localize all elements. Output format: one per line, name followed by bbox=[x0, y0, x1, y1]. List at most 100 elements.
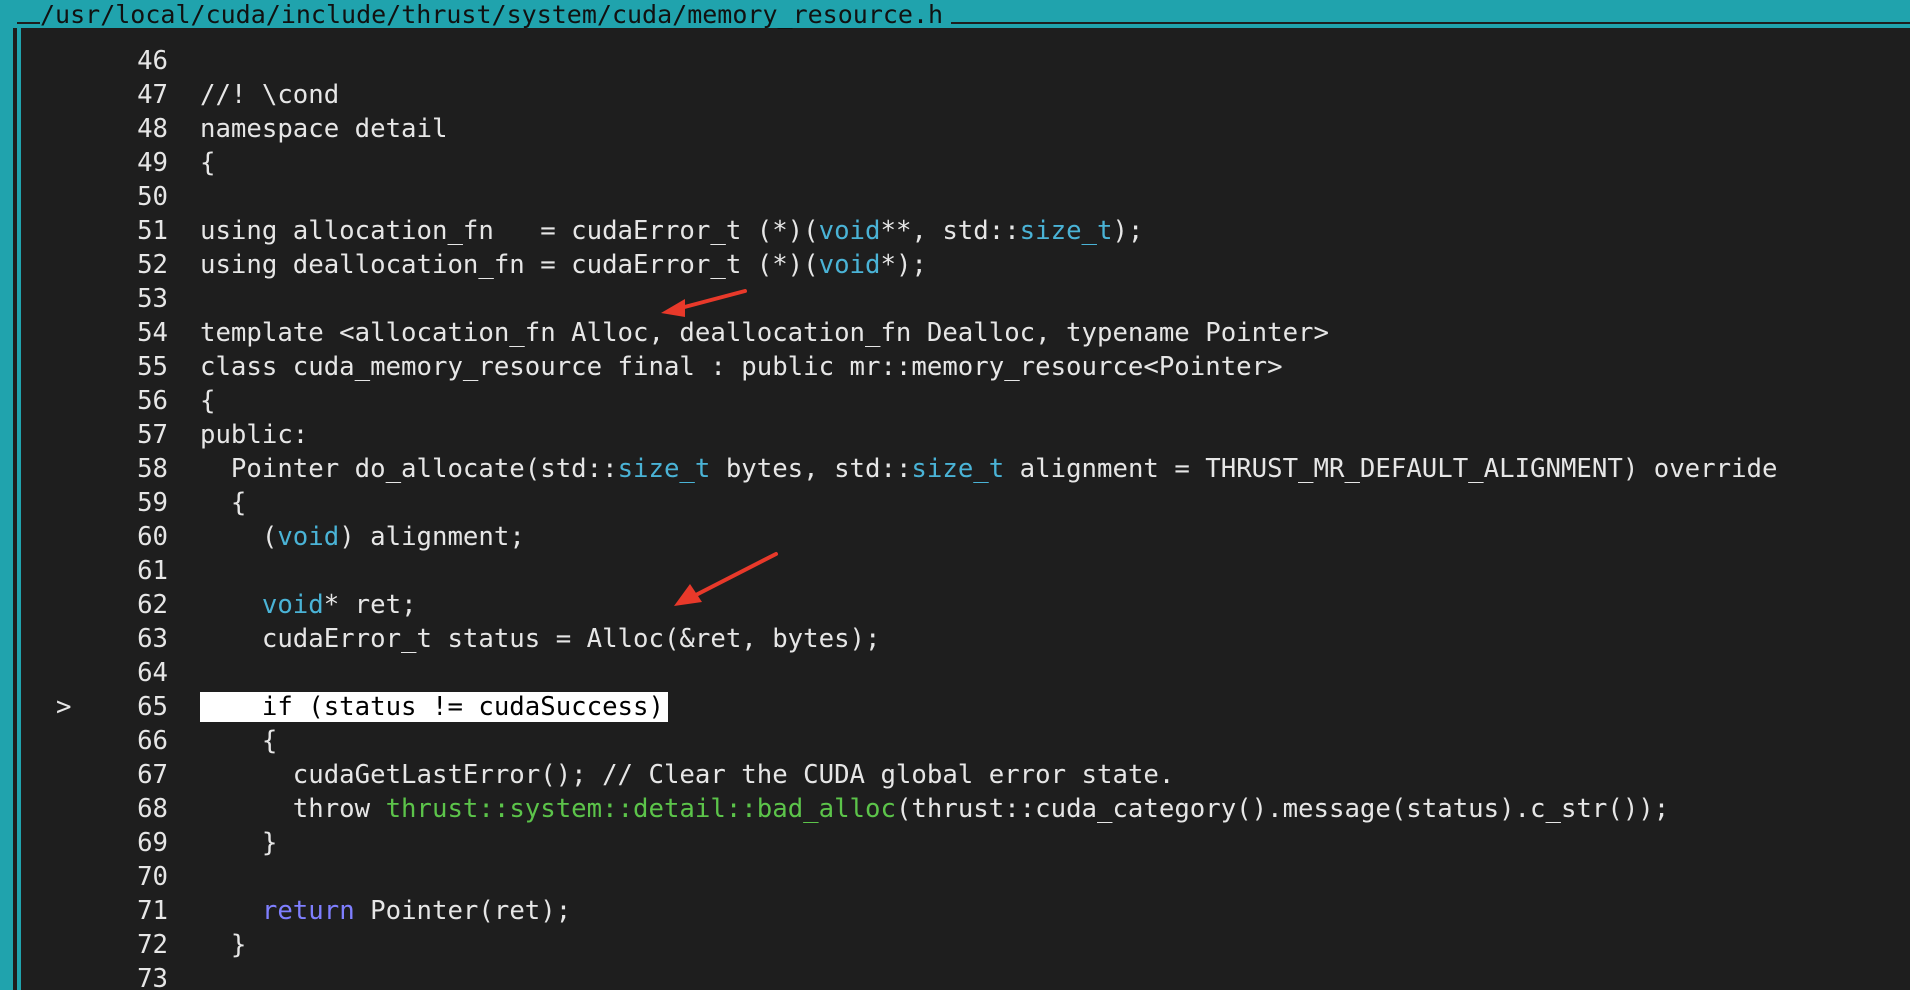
code-token: using deallocation_fn = cudaError_t (*)( bbox=[200, 250, 819, 280]
code-token: { bbox=[200, 726, 278, 756]
code-token: **, std:: bbox=[880, 216, 1020, 246]
code-line[interactable]: 58 Pointer do_allocate(std::size_t bytes… bbox=[0, 452, 1910, 486]
code-line[interactable]: 56 { bbox=[0, 384, 1910, 418]
code-line-current[interactable]: >65 if (status != cudaSuccess) bbox=[0, 690, 1910, 724]
code-line[interactable]: 46 bbox=[0, 44, 1910, 78]
code-text: (void) alignment; bbox=[200, 520, 525, 554]
line-number: 60 bbox=[137, 522, 168, 552]
code-text: namespace detail bbox=[200, 112, 447, 146]
code-text: void* ret; bbox=[200, 588, 417, 622]
line-number: 56 bbox=[137, 386, 168, 416]
code-token: size_t bbox=[911, 454, 1005, 484]
current-line-marker: > bbox=[56, 692, 72, 722]
code-line[interactable]: 61 bbox=[0, 554, 1910, 588]
line-number: 64 bbox=[137, 658, 168, 688]
code-token: *); bbox=[880, 250, 927, 280]
code-line[interactable]: 64 bbox=[0, 656, 1910, 690]
code-token: thrust::system::detail::bad_alloc bbox=[385, 794, 896, 824]
code-line[interactable]: 72 } bbox=[0, 928, 1910, 962]
line-number: 48 bbox=[137, 114, 168, 144]
code-text: using allocation_fn = cudaError_t (*)(vo… bbox=[200, 214, 1143, 248]
code-line[interactable]: 68 throw thrust::system::detail::bad_all… bbox=[0, 792, 1910, 826]
code-token: } bbox=[200, 930, 247, 960]
code-token: template <allocation_fn Alloc, deallocat… bbox=[200, 318, 1329, 348]
line-number: 72 bbox=[137, 930, 168, 960]
code-line[interactable]: 71 return Pointer(ret); bbox=[0, 894, 1910, 928]
code-token: size_t bbox=[617, 454, 711, 484]
code-token: bytes, std:: bbox=[710, 454, 912, 484]
code-token: throw bbox=[200, 794, 386, 824]
code-line[interactable]: 55 class cuda_memory_resource final : pub… bbox=[0, 350, 1910, 384]
code-token: alignment = THRUST_MR_DEFAULT_ALIGNMENT)… bbox=[1004, 454, 1778, 484]
code-line[interactable]: 57 public: bbox=[0, 418, 1910, 452]
code-line[interactable]: 47 //! \cond bbox=[0, 78, 1910, 112]
code-text: using deallocation_fn = cudaError_t (*)(… bbox=[200, 248, 927, 282]
code-line[interactable]: 69 } bbox=[0, 826, 1910, 860]
line-number: 61 bbox=[137, 556, 168, 586]
code-line[interactable]: 62 void* ret; bbox=[0, 588, 1910, 622]
code-text: { bbox=[200, 486, 246, 520]
code-line[interactable]: 59 { bbox=[0, 486, 1910, 520]
code-text: class cuda_memory_resource final : publi… bbox=[200, 350, 1283, 384]
code-line[interactable]: 49 { bbox=[0, 146, 1910, 180]
code-token: ) alignment; bbox=[339, 522, 525, 552]
code-line[interactable]: 73 bbox=[0, 962, 1910, 990]
code-token: void bbox=[818, 250, 881, 280]
code-line[interactable]: 66 { bbox=[0, 724, 1910, 758]
line-number: 47 bbox=[137, 80, 168, 110]
code-text: template <allocation_fn Alloc, deallocat… bbox=[200, 316, 1329, 350]
code-line[interactable]: 48 namespace detail bbox=[0, 112, 1910, 146]
line-number: 67 bbox=[137, 760, 168, 790]
annotation-arrow-alloc-call bbox=[674, 552, 778, 606]
line-number: 66 bbox=[137, 726, 168, 756]
code-token: Pointer(ret); bbox=[354, 896, 572, 926]
line-number: 57 bbox=[137, 420, 168, 450]
code-line[interactable]: 51 using allocation_fn = cudaError_t (*)(… bbox=[0, 214, 1910, 248]
code-token: ( bbox=[200, 522, 278, 552]
code-text: public: bbox=[200, 418, 308, 452]
code-text: if (status != cudaSuccess) bbox=[200, 690, 668, 724]
code-line[interactable]: 63 cudaError_t status = Alloc(&ret, byte… bbox=[0, 622, 1910, 656]
code-line[interactable]: 54 template <allocation_fn Alloc, dealloc… bbox=[0, 316, 1910, 350]
code-token: } bbox=[200, 828, 278, 858]
line-number: 62 bbox=[137, 590, 168, 620]
code-line[interactable]: 60 (void) alignment; bbox=[0, 520, 1910, 554]
source-code-listing[interactable]: 46 47 //! \cond 48 namespace detail 49 {50 51 us… bbox=[0, 44, 1910, 990]
code-token: namespace detail bbox=[200, 114, 448, 144]
code-line[interactable]: 50 bbox=[0, 180, 1910, 214]
code-token: size_t bbox=[1019, 216, 1113, 246]
code-token: using allocation_fn = cudaError_t (*)( bbox=[200, 216, 819, 246]
debugger-source-window: /usr/local/cuda/include/thrust/system/cu… bbox=[0, 0, 1910, 990]
code-text: return Pointer(ret); bbox=[200, 894, 571, 928]
line-number: 55 bbox=[137, 352, 168, 382]
code-token: * ret; bbox=[323, 590, 417, 620]
code-token: class cuda_memory_resource final : publi… bbox=[200, 352, 1283, 382]
code-token: { bbox=[200, 148, 216, 178]
code-token: ); bbox=[1112, 216, 1144, 246]
code-token: void bbox=[818, 216, 881, 246]
code-token: //! \cond bbox=[200, 80, 340, 110]
code-text: } bbox=[200, 826, 277, 860]
code-text: throw thrust::system::detail::bad_alloc(… bbox=[200, 792, 1669, 826]
code-line[interactable]: 70 bbox=[0, 860, 1910, 894]
code-line[interactable]: 53 bbox=[0, 282, 1910, 316]
code-token: { bbox=[200, 386, 216, 416]
line-number: 54 bbox=[137, 318, 168, 348]
line-number: 70 bbox=[137, 862, 168, 892]
line-number: 49 bbox=[137, 148, 168, 178]
code-line[interactable]: 67 cudaGetLastError(); // Clear the CUDA… bbox=[0, 758, 1910, 792]
line-number: 71 bbox=[137, 896, 168, 926]
line-number: 59 bbox=[137, 488, 168, 518]
code-token: cudaError_t status = Alloc(&ret, bytes); bbox=[200, 624, 881, 654]
code-text: cudaGetLastError(); // Clear the CUDA gl… bbox=[200, 758, 1175, 792]
line-number: 58 bbox=[137, 454, 168, 484]
code-line[interactable]: 52 using deallocation_fn = cudaError_t (*… bbox=[0, 248, 1910, 282]
annotation-arrow-alloc-template bbox=[661, 289, 747, 317]
code-token: cudaGetLastError(); // Clear the CUDA gl… bbox=[200, 760, 1175, 790]
line-number: 52 bbox=[137, 250, 168, 280]
line-number: 68 bbox=[137, 794, 168, 824]
code-token: void bbox=[261, 590, 324, 620]
code-text: cudaError_t status = Alloc(&ret, bytes); bbox=[200, 622, 881, 656]
